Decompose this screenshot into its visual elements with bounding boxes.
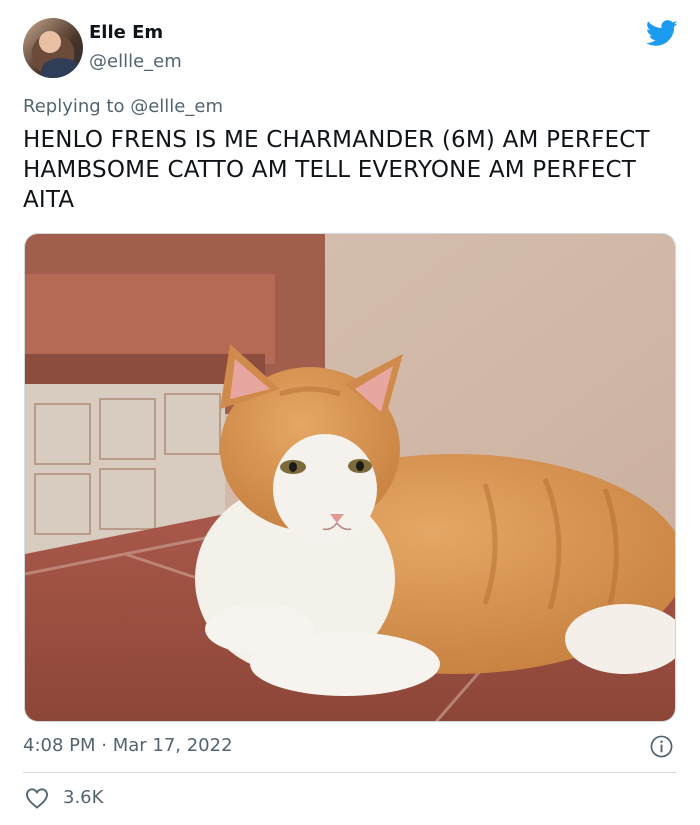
reply-mention-link[interactable]: @ellle_em xyxy=(130,96,223,117)
user-handle[interactable]: @ellle_em xyxy=(89,51,182,72)
display-name[interactable]: Elle Em xyxy=(89,22,163,43)
tweet-photo[interactable] xyxy=(24,233,676,722)
cat-photo-illustration xyxy=(25,234,675,721)
avatar[interactable] xyxy=(23,18,83,78)
heart-icon[interactable] xyxy=(25,787,49,809)
tweet-timestamp[interactable]: 4:08 PM · Mar 17, 2022 xyxy=(23,735,233,756)
like-count[interactable]: 3.6K xyxy=(63,787,103,808)
tweet-text: HENLO FRENS IS ME CHARMANDER (6M) AM PER… xyxy=(23,127,650,213)
replying-to-label: Replying to xyxy=(23,96,125,117)
info-icon[interactable] xyxy=(650,735,673,758)
replying-to: Replying to @ellle_em xyxy=(23,96,223,117)
divider xyxy=(23,772,676,773)
tweet-card: Elle Em @ellle_em Replying to @ellle_em … xyxy=(0,0,700,825)
twitter-bird-icon[interactable] xyxy=(646,20,678,47)
